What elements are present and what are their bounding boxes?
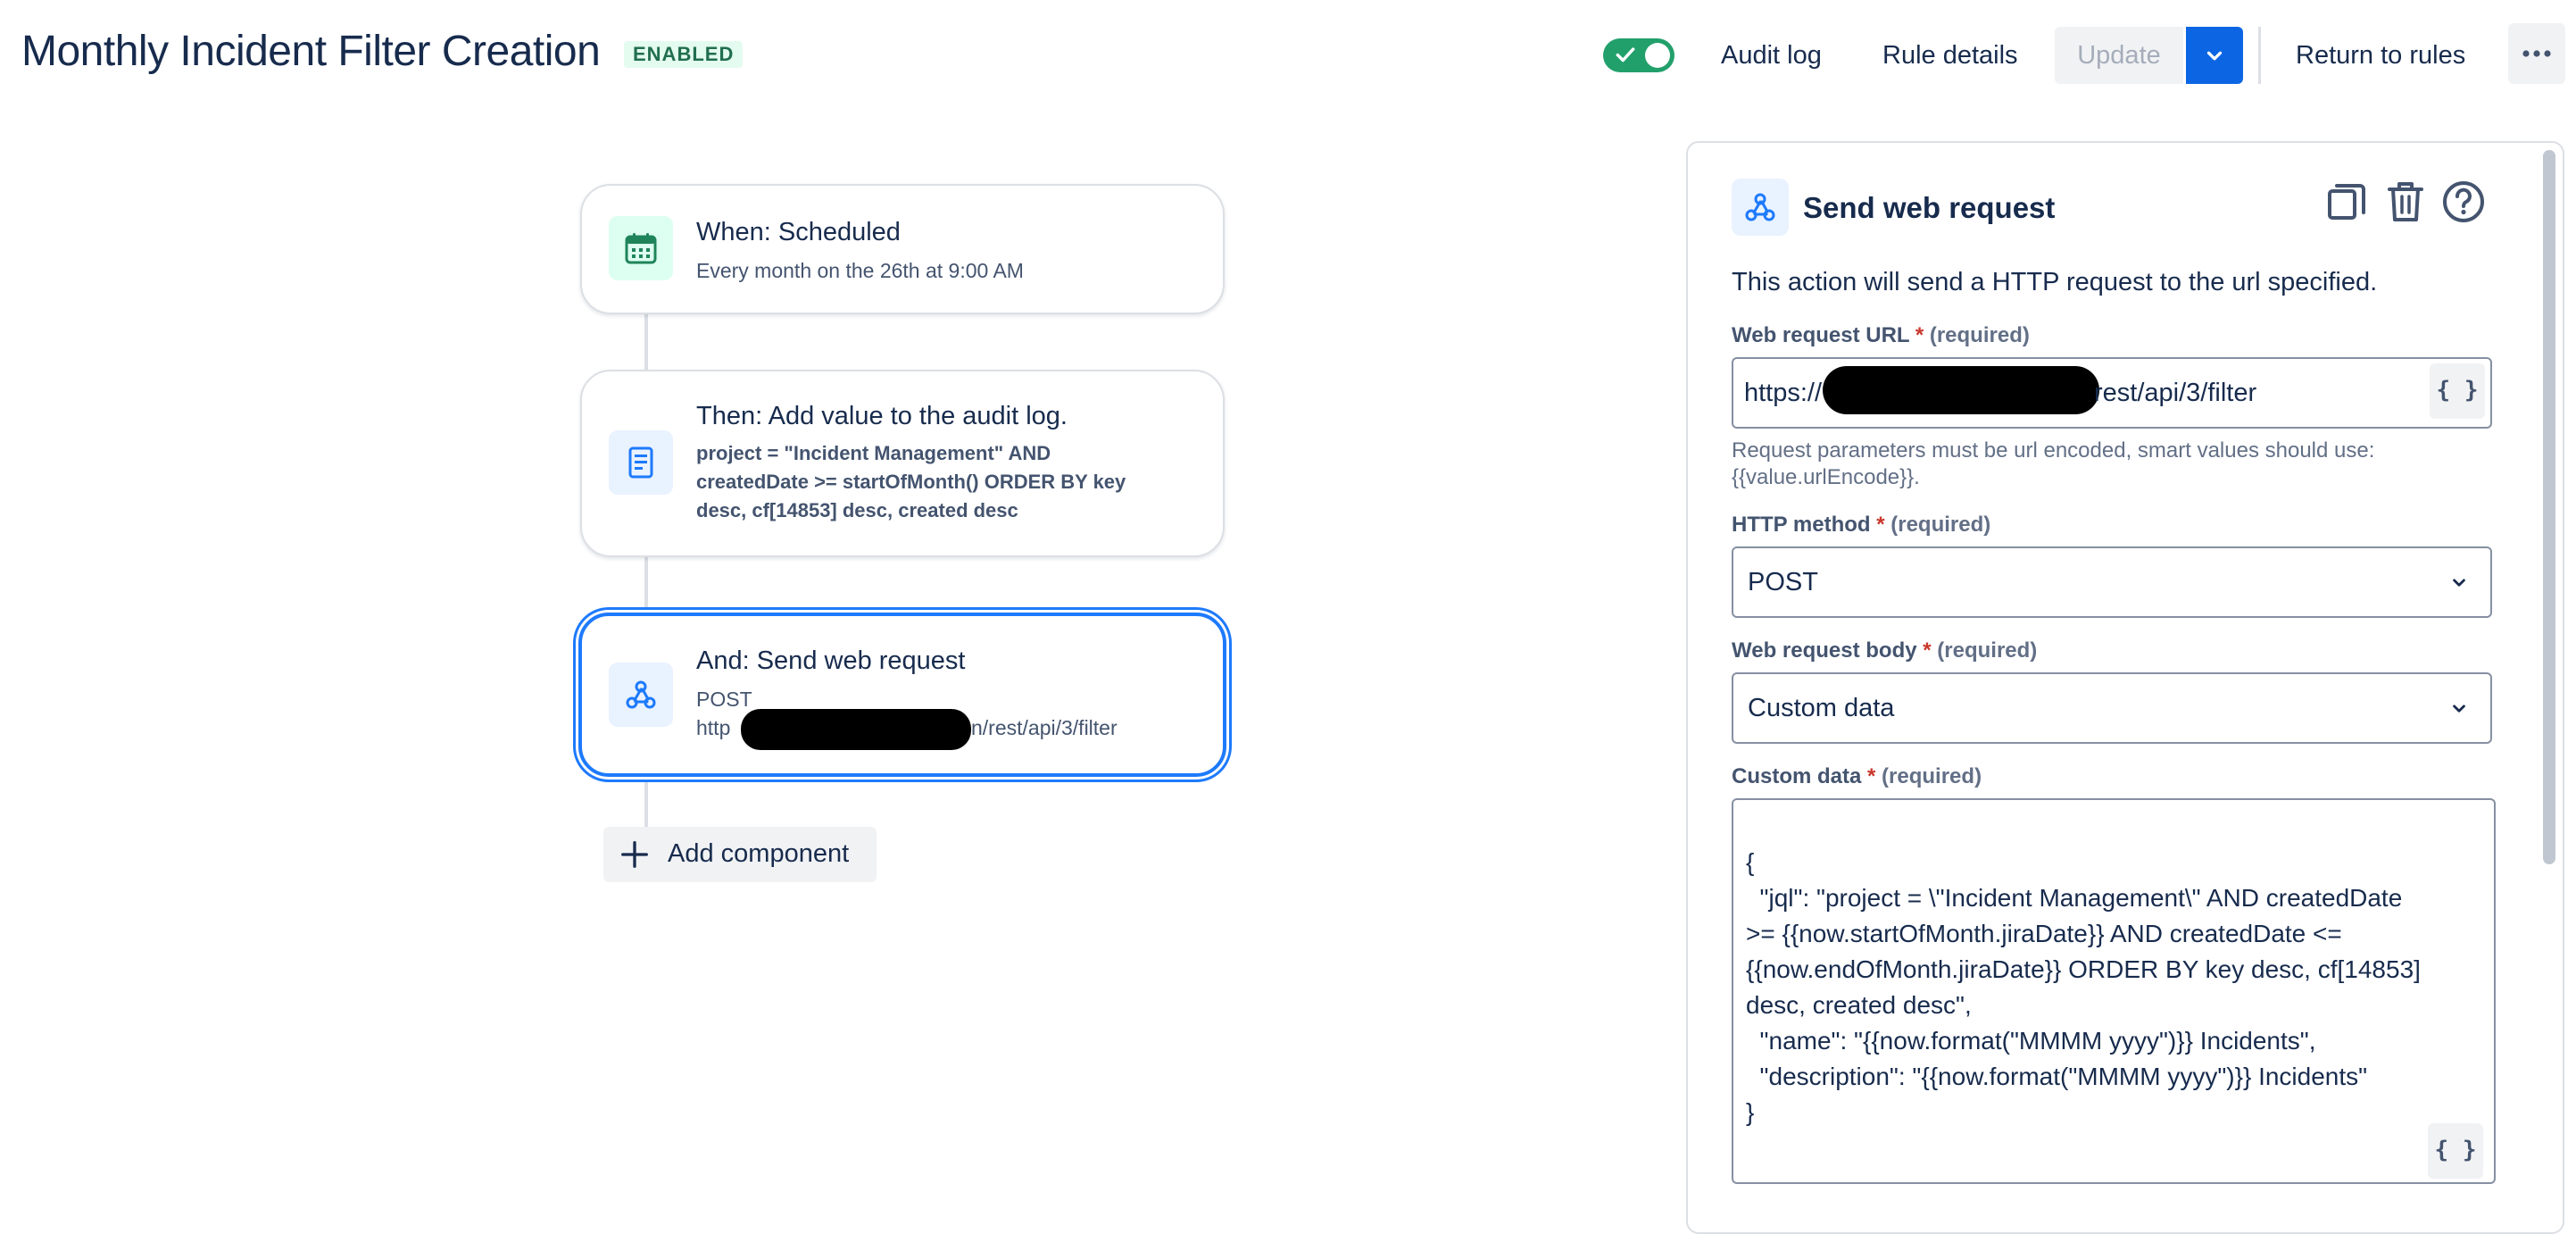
flow-connector xyxy=(644,773,648,829)
custom-data-line: { xyxy=(1746,848,1755,876)
body-field-label: Web request body * (required) xyxy=(1732,638,2037,663)
web-request-icon-tile xyxy=(609,663,673,727)
help-button[interactable] xyxy=(2440,179,2487,225)
body-label-text: Web request body xyxy=(1732,638,1917,663)
required-text: (required) xyxy=(1937,638,2038,663)
custom-data-line: "name": "{{now.format("MMMM yyyy")}} Inc… xyxy=(1746,1027,2316,1055)
required-mark: * xyxy=(1923,638,1932,663)
method-label-text: HTTP method xyxy=(1732,513,1871,537)
add-component-button[interactable]: Add component xyxy=(603,827,877,882)
custom-data-line: desc, created desc", xyxy=(1746,991,1972,1019)
helper-line: Request parameters must be url encoded, … xyxy=(1732,438,2375,463)
required-text: (required) xyxy=(1882,764,1982,788)
custom-data-line: {{now.endOfMonth.jiraDate}} ORDER BY key… xyxy=(1746,955,2421,983)
custom-data-line: "description": "{{now.format("MMMM yyyy"… xyxy=(1746,1063,2368,1090)
audit-value-line: project = "Incident Management" AND xyxy=(696,442,1051,464)
url-input[interactable]: https:// rest/api/3/filter { } xyxy=(1732,357,2492,429)
document-icon xyxy=(628,446,653,479)
web-request-method: POST xyxy=(696,688,752,711)
flow-connector xyxy=(644,554,648,613)
url-helper-text: Request parameters must be url encoded, … xyxy=(1732,438,2374,491)
required-mark: * xyxy=(1867,764,1876,788)
plus-icon xyxy=(621,841,648,868)
toggle-knob xyxy=(1645,43,1670,68)
panel-description: This action will send a HTTP request to … xyxy=(1732,268,2378,296)
check-icon xyxy=(1616,47,1635,63)
help-icon xyxy=(2443,181,2484,222)
required-text: (required) xyxy=(1929,323,2030,347)
custom-data-label-text: Custom data xyxy=(1732,764,1862,788)
redacted-host xyxy=(1823,366,2099,414)
url-value-suffix: rest/api/3/filter xyxy=(2094,379,2257,407)
panel-icon-tile xyxy=(1732,179,1789,236)
flow-connector xyxy=(644,311,648,370)
request-body-select[interactable]: Custom data xyxy=(1732,672,2492,744)
rule-enabled-toggle[interactable] xyxy=(1603,38,1674,72)
body-value: Custom data xyxy=(1748,694,1895,722)
audit-action-title: Then: Add value to the audit log. xyxy=(696,402,1068,430)
update-options-button[interactable] xyxy=(2186,27,2243,84)
http-method-select[interactable]: POST xyxy=(1732,546,2492,618)
chevron-down-icon xyxy=(2453,579,2465,587)
header-divider xyxy=(2258,27,2261,84)
custom-data-line: "jql": "project = \"Incident Management\… xyxy=(1746,884,2403,912)
rule-details-button[interactable]: Rule details xyxy=(1882,30,2018,80)
trigger-icon-tile xyxy=(609,216,673,280)
web-request-url-prefix: http xyxy=(696,716,731,739)
more-actions-button[interactable] xyxy=(2508,23,2565,84)
helper-line: {{value.urlEncode}}. xyxy=(1732,465,1920,489)
webhook-icon xyxy=(626,680,656,709)
trigger-card[interactable]: When: Scheduled Every month on the 26th … xyxy=(580,184,1225,314)
custom-data-textarea[interactable]: { "jql": "project = \"Incident Managemen… xyxy=(1732,798,2496,1184)
method-value: POST xyxy=(1748,568,1818,596)
smart-value-button[interactable]: { } xyxy=(2428,1123,2483,1179)
update-button[interactable]: Update xyxy=(2055,27,2183,84)
trigger-title: When: Scheduled xyxy=(696,218,901,246)
audit-log-action-card[interactable]: Then: Add value to the audit log. projec… xyxy=(580,370,1225,557)
custom-data-field-label: Custom data * (required) xyxy=(1732,764,1982,789)
trigger-subtitle: Every month on the 26th at 9:00 AM xyxy=(696,259,1024,282)
delete-button[interactable] xyxy=(2383,179,2428,225)
chevron-down-icon xyxy=(2206,51,2223,61)
webhook-icon xyxy=(1745,193,1775,221)
smart-value-button[interactable]: { } xyxy=(2430,363,2485,419)
required-text: (required) xyxy=(1890,513,1991,537)
url-label-text: Web request URL xyxy=(1732,323,1910,347)
web-request-action-card[interactable]: And: Send web request POST http n/rest/a… xyxy=(578,613,1226,777)
audit-value-line: desc, cf[14853] desc, created desc xyxy=(696,499,1018,521)
status-badge: ENABLED xyxy=(624,41,744,68)
page-title: Monthly Incident Filter Creation xyxy=(21,28,601,75)
redacted-host xyxy=(741,709,971,750)
custom-data-line: } xyxy=(1746,1098,1755,1126)
web-request-url-suffix: n/rest/api/3/filter xyxy=(971,716,1118,739)
panel-title: Send web request xyxy=(1803,191,2056,224)
copy-icon xyxy=(2328,184,2365,220)
url-value-prefix: https:// xyxy=(1744,379,1823,407)
url-field-label: Web request URL * (required) xyxy=(1732,323,2030,348)
add-component-label: Add component xyxy=(668,839,850,868)
audit-value-line: createdDate >= startOfMonth() ORDER BY k… xyxy=(696,471,1126,493)
custom-data-line: >= {{now.startOfMonth.jiraDate}} AND cre… xyxy=(1746,920,2342,947)
method-field-label: HTTP method * (required) xyxy=(1732,513,1990,538)
audit-action-icon-tile xyxy=(609,430,673,495)
audit-action-value: project = "Incident Management" AND crea… xyxy=(696,439,1196,525)
required-mark: * xyxy=(1876,513,1885,537)
duplicate-button[interactable] xyxy=(2324,180,2369,225)
required-mark: * xyxy=(1915,323,1924,347)
calendar-icon xyxy=(625,233,657,264)
panel-scrollbar-thumb[interactable] xyxy=(2543,150,2555,864)
chevron-down-icon xyxy=(2453,705,2465,713)
web-request-title: And: Send web request xyxy=(696,646,966,675)
audit-log-button[interactable]: Audit log xyxy=(1721,30,1822,80)
more-horizontal-icon xyxy=(2522,50,2551,57)
trash-icon xyxy=(2388,182,2423,221)
return-to-rules-button[interactable]: Return to rules xyxy=(2296,30,2465,80)
